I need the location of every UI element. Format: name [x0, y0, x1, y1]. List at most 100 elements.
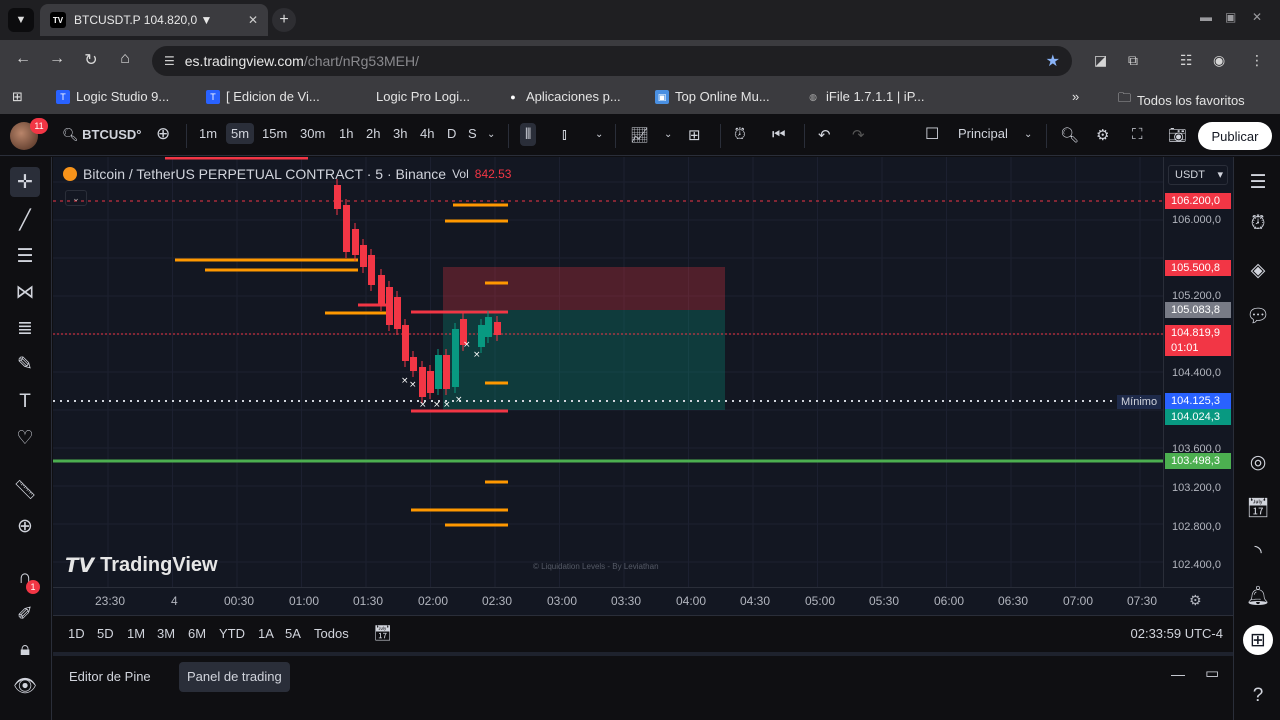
indicators-icon[interactable]: 📈︎ [630, 126, 649, 144]
candles-icon[interactable]: ⫾ [562, 126, 567, 143]
replay-icon[interactable]: ⏮︎ [772, 126, 786, 143]
lock-drawings-pencil-icon[interactable]: ✐ [10, 599, 40, 629]
eye-icon[interactable]: 👁︎ [10, 671, 40, 701]
alerts-clock-icon[interactable]: ⏰︎ [1243, 209, 1273, 239]
watchlist-icon[interactable]: ☰ [1243, 167, 1273, 197]
interval-d[interactable]: D [447, 126, 456, 141]
browser-kebab-icon[interactable]: ⋮ [1250, 52, 1264, 69]
browser-menu-button[interactable]: ▼ [8, 8, 34, 32]
chevron-down-icon[interactable]: ⌄ [595, 129, 603, 140]
chat-icon[interactable]: 💬︎ [1243, 301, 1273, 331]
trend-line-icon[interactable]: ╱ [10, 205, 40, 235]
currency-selector[interactable]: USDT ▾ [1168, 165, 1228, 185]
maximize-icon[interactable]: ▣ [1225, 10, 1236, 24]
range-1d[interactable]: 1D [68, 626, 85, 641]
interval-1m[interactable]: 1m [199, 126, 217, 141]
extension-icon[interactable]: ◪ [1094, 52, 1107, 69]
maximize-panel-icon[interactable]: ▭ [1205, 664, 1219, 682]
range-all[interactable]: Todos [314, 626, 349, 641]
target-icon[interactable]: ◎ [1243, 447, 1273, 477]
chevron-down-icon[interactable]: ⌄ [1024, 129, 1032, 140]
bookmark-star-icon[interactable]: ★ [1046, 51, 1060, 71]
collapse-legend-icon[interactable]: ⌄ [65, 190, 87, 206]
quick-search-icon[interactable]: 🔍︎ [1060, 126, 1079, 144]
layout-square-icon[interactable]: ☐ [925, 124, 939, 144]
axis-settings-icon[interactable]: ⚙ [1189, 592, 1202, 609]
apps-grid-icon[interactable]: ⊞ [12, 89, 23, 105]
range-ytd[interactable]: YTD [219, 626, 245, 641]
apps-grid-icon[interactable]: ⊞ [1243, 625, 1273, 655]
undo-icon[interactable]: ↶ [818, 126, 831, 144]
layers-icon[interactable]: ◈ [1243, 255, 1273, 285]
interval-s[interactable]: S [468, 126, 477, 141]
go-to-date-icon[interactable]: 📅︎ [373, 624, 392, 642]
forward-icon[interactable]: → [46, 50, 68, 68]
browser-tab[interactable]: TV BTCUSDT.P 104.820,0 ▼ ✕ [40, 4, 268, 36]
notifications-bell-icon[interactable]: 🔔︎ [1243, 581, 1273, 611]
pitchfork-icon[interactable]: ⋈ [10, 277, 40, 307]
help-icon[interactable]: ? [1243, 681, 1273, 711]
close-window-icon[interactable]: ✕ [1252, 10, 1262, 24]
bookmark-item[interactable]: ▣ Top Online Mu... [655, 89, 770, 104]
bookmark-item[interactable]: T Logic Studio 9... [56, 89, 169, 104]
lock-icon[interactable]: 🔒︎ [10, 635, 40, 665]
home-icon[interactable]: ⌂ [114, 50, 136, 68]
range-5d[interactable]: 5D [97, 626, 114, 641]
close-tab-icon[interactable]: ✕ [248, 13, 258, 27]
media-icon[interactable]: ☷ [1180, 52, 1193, 69]
tab-pine-editor[interactable]: Editor de Pine [61, 662, 159, 692]
calendar-icon[interactable]: 📅︎ [1243, 493, 1273, 523]
heart-icon[interactable]: ♡ [10, 423, 40, 453]
interval-3h[interactable]: 3h [393, 126, 407, 141]
range-1m[interactable]: 1M [127, 626, 145, 641]
replay-bars-icon[interactable]: ⫴ [520, 123, 537, 146]
price-scale[interactable]: USDT ▾ 106.000,0 105.200,0 104.400,0 103… [1163, 157, 1233, 587]
range-3m[interactable]: 3M [157, 626, 175, 641]
interval-15m[interactable]: 15m [262, 126, 287, 141]
redo-icon[interactable]: ↷ [852, 126, 865, 144]
back-icon[interactable]: ← [12, 50, 34, 68]
layout-label[interactable]: Principal [958, 126, 1008, 141]
all-bookmarks-folder[interactable]: 🗀 Todos los favoritos [1118, 89, 1245, 111]
url-input[interactable]: ☰ es.tradingview.com /chart/nRg53MEH/ ★ [152, 46, 1072, 76]
site-info-icon[interactable]: ☰ [164, 54, 175, 68]
chevron-down-icon[interactable]: ⌄ [664, 129, 672, 140]
compare-add-icon[interactable]: ⊕ [156, 124, 170, 144]
minimize-panel-icon[interactable]: — [1171, 666, 1185, 682]
brush-icon[interactable]: ✎ [10, 349, 40, 379]
settings-gear-icon[interactable]: ⚙ [1096, 126, 1109, 144]
time-axis[interactable]: 23:30 4 00:30 01:00 01:30 02:00 02:30 03… [53, 587, 1233, 615]
zoom-in-icon[interactable]: ⊕ [10, 511, 40, 541]
publish-button[interactable]: Publicar [1198, 122, 1272, 150]
tab-trading-panel[interactable]: Panel de trading [179, 662, 290, 692]
fullscreen-icon[interactable]: ⛶ [1132, 126, 1143, 143]
bookmark-item[interactable]: Logic Pro Logi... [376, 89, 470, 104]
interval-5m[interactable]: 5m [226, 123, 255, 144]
bookmark-item[interactable]: ● Aplicaciones p... [506, 89, 620, 104]
new-tab-button[interactable]: + [272, 8, 296, 32]
crosshair-icon[interactable]: ✛ [10, 167, 40, 197]
range-1a[interactable]: 1A [258, 626, 274, 641]
interval-30m[interactable]: 30m [300, 126, 325, 141]
interval-4h[interactable]: 4h [420, 126, 434, 141]
more-bookmarks-icon[interactable]: » [1072, 89, 1079, 104]
chart-clock[interactable]: 02:33:59 UTC-4 [1131, 626, 1224, 641]
alert-icon[interactable]: ⏰︎ [734, 126, 746, 143]
horizontal-lines-icon[interactable]: ☰ [10, 241, 40, 271]
profile-icon[interactable]: ◉ [1213, 52, 1225, 69]
symbol-search[interactable]: 🔍︎ BTCUSD° [62, 127, 142, 143]
ruler-icon[interactable]: 📏︎ [10, 475, 40, 505]
range-6m[interactable]: 6M [188, 626, 206, 641]
interval-2h[interactable]: 2h [366, 126, 380, 141]
text-icon[interactable]: T [10, 387, 40, 417]
camera-icon[interactable]: 📷︎ [1168, 126, 1187, 144]
broadcast-icon[interactable]: ◝ [1243, 537, 1273, 567]
templates-grid-icon[interactable]: ⊞ [688, 126, 701, 144]
minimize-icon[interactable]: ▬ [1200, 10, 1212, 24]
bookmark-item[interactable]: T [ Edicion de Vi... [206, 89, 320, 104]
fib-icon[interactable]: ≣ [10, 313, 40, 343]
extensions-puzzle-icon[interactable]: ⧉ [1128, 52, 1138, 69]
bookmark-item[interactable]: ◍ iFile 1.7.1.1 | iP... [806, 89, 924, 104]
range-5a[interactable]: 5A [285, 626, 301, 641]
reload-icon[interactable]: ↻ [80, 50, 102, 70]
